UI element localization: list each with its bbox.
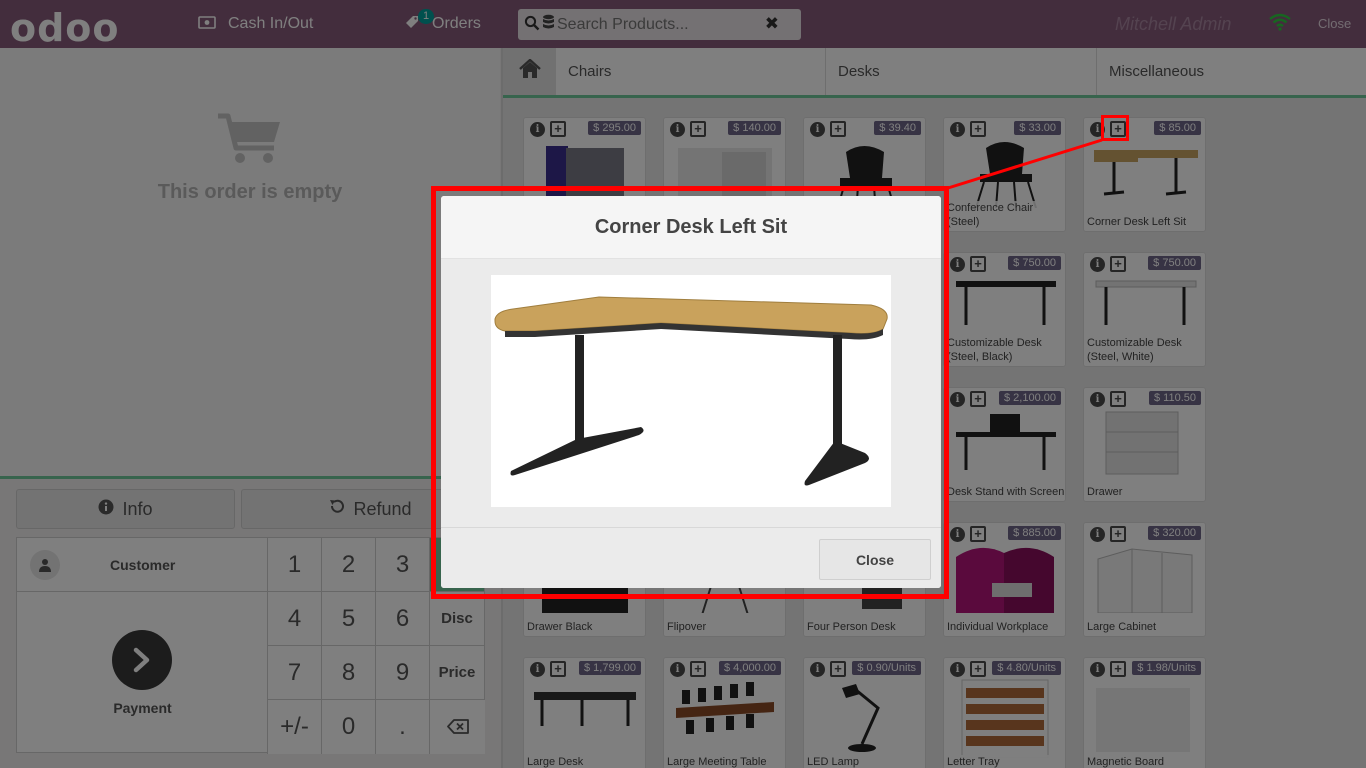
product-info-popup: Corner Desk Left Sit Close (441, 196, 941, 588)
popup-body (441, 259, 941, 527)
popup-title: Corner Desk Left Sit (441, 196, 941, 259)
popup-close-button[interactable]: Close (819, 539, 931, 580)
product-image-large (491, 275, 891, 507)
highlight-box-small (1101, 115, 1129, 141)
popup-footer: Close (441, 527, 941, 588)
